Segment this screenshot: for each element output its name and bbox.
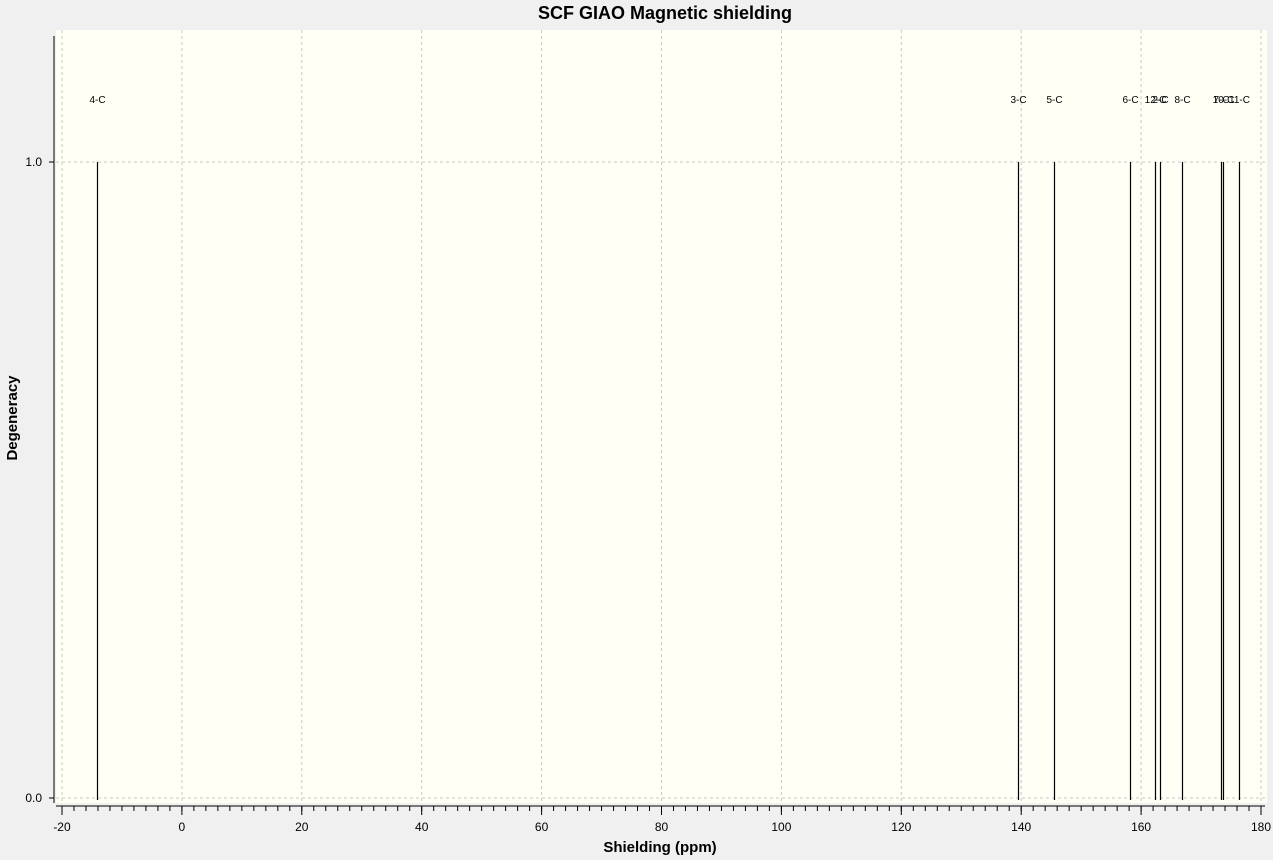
x-tick-label: 120 [891,820,911,834]
y-tick-label: 1.0 [25,155,42,169]
x-tick-label: 80 [655,820,669,834]
peak-label: 8-C [1174,95,1190,106]
x-axis-label: Shielding (ppm) [603,839,716,856]
shielding-chart: 0.0 1.0 -20 0 20 40 60 80 100 120 140 160 180 4-C 3-C… [4,3,1271,856]
peak-label: 11-C [1229,95,1250,106]
x-tick-label: 0 [179,820,186,834]
peak-label: 2-C [1152,95,1168,106]
x-tick-label: 180 [1251,820,1271,834]
x-tick-label: 140 [1011,820,1031,834]
x-tick-label: 40 [415,820,429,834]
y-axis-label: Degeneracy [4,375,21,461]
peak-label: 3-C [1010,95,1026,106]
chart-title: SCF GIAO Magnetic shielding [538,3,792,23]
peak-label: 6-C [1122,95,1138,106]
x-tick-label: 100 [771,820,791,834]
x-tick-label: 20 [295,820,309,834]
x-tick-label: 60 [535,820,549,834]
peak-label: 5-C [1046,95,1062,106]
x-tick-label: -20 [53,820,71,834]
y-tick-label: 0.0 [25,791,42,805]
peak-label: 4-C [89,95,105,106]
x-tick-label: 160 [1131,820,1151,834]
